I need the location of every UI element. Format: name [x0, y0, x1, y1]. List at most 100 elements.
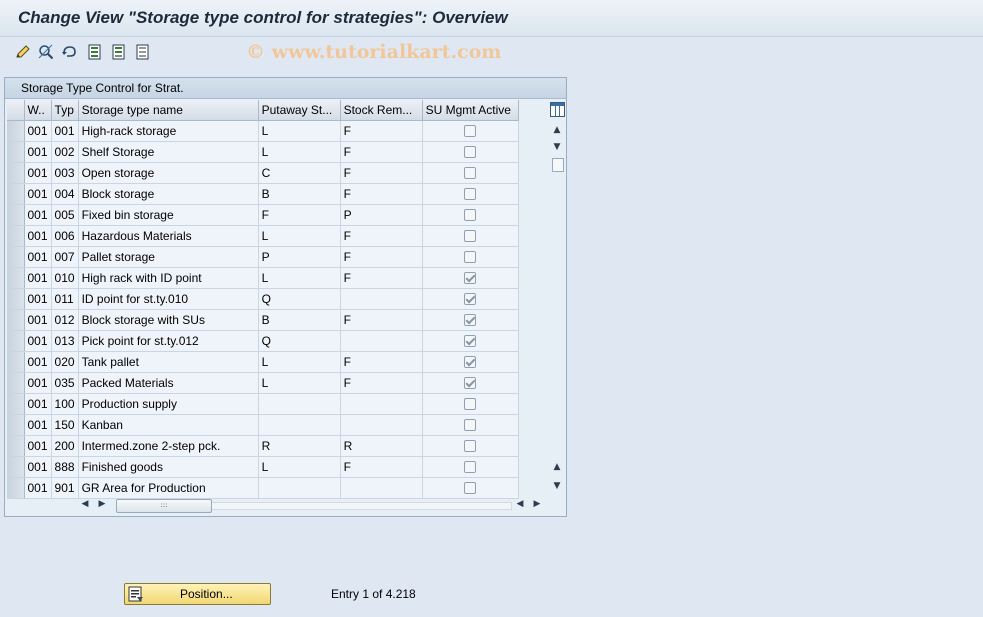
table-row[interactable]: 001 013 Pick point for st.ty.012 Q — [7, 330, 519, 352]
row-selector[interactable] — [7, 141, 25, 163]
scrollbar-thumb[interactable] — [552, 158, 564, 172]
cell-stock-removal-strategy[interactable] — [340, 477, 423, 499]
row-selector[interactable] — [7, 288, 25, 310]
table-row[interactable]: 001 200 Intermed.zone 2-step pck. R R — [7, 435, 519, 457]
su-mgmt-checkbox[interactable] — [464, 251, 477, 264]
cell-putaway-strategy[interactable] — [258, 477, 341, 499]
row-selector[interactable] — [7, 183, 25, 205]
su-mgmt-checkbox[interactable] — [464, 314, 477, 327]
row-selector[interactable] — [7, 477, 25, 499]
cell-stock-removal-strategy[interactable] — [340, 414, 423, 436]
cell-putaway-strategy[interactable]: L — [258, 456, 341, 478]
column-header-name[interactable]: Storage type name — [78, 100, 259, 121]
table-row[interactable]: 001 901 GR Area for Production — [7, 477, 519, 499]
cell-putaway-strategy[interactable]: L — [258, 225, 341, 247]
cell-stock-removal-strategy[interactable]: F — [340, 162, 423, 184]
horizontal-scrollbar[interactable]: ◀ ▶ ::: ◀ ▶ — [7, 498, 552, 514]
scroll-down-icon[interactable]: ▼ — [551, 142, 563, 152]
table-row[interactable]: 001 004 Block storage B F — [7, 183, 519, 205]
cell-putaway-strategy[interactable]: R — [258, 435, 341, 457]
column-header-warehouse[interactable]: W.. — [24, 100, 52, 121]
cell-putaway-strategy[interactable] — [258, 414, 341, 436]
cell-stock-removal-strategy[interactable]: F — [340, 372, 423, 394]
column-header-su-mgmt[interactable]: SU Mgmt Active — [422, 100, 519, 121]
cell-putaway-strategy[interactable]: L — [258, 372, 341, 394]
su-mgmt-checkbox[interactable] — [464, 335, 477, 348]
table-row[interactable]: 001 100 Production supply — [7, 393, 519, 415]
select-block-icon[interactable] — [110, 43, 128, 61]
cell-stock-removal-strategy[interactable]: F — [340, 309, 423, 331]
cell-putaway-strategy[interactable]: F — [258, 204, 341, 226]
row-selector[interactable] — [7, 246, 25, 268]
change-display-icon[interactable] — [14, 43, 32, 61]
cell-putaway-strategy[interactable]: P — [258, 246, 341, 268]
cell-stock-removal-strategy[interactable]: F — [340, 183, 423, 205]
cell-putaway-strategy[interactable]: L — [258, 267, 341, 289]
table-row[interactable]: 001 011 ID point for st.ty.010 Q — [7, 288, 519, 310]
vertical-scrollbar[interactable]: ▲ ▼ ▲ ▼ — [548, 100, 566, 496]
page-up-icon[interactable]: ▲ — [551, 462, 563, 472]
row-selector[interactable] — [7, 267, 25, 289]
scroll-right-icon[interactable]: ▶ — [96, 499, 108, 509]
cell-putaway-strategy[interactable]: B — [258, 309, 341, 331]
page-down-icon[interactable]: ▼ — [551, 481, 563, 491]
deselect-all-icon[interactable] — [134, 43, 152, 61]
cell-putaway-strategy[interactable]: L — [258, 351, 341, 373]
cell-putaway-strategy[interactable]: Q — [258, 330, 341, 352]
su-mgmt-checkbox[interactable] — [464, 209, 477, 222]
table-row[interactable]: 001 002 Shelf Storage L F — [7, 141, 519, 163]
su-mgmt-checkbox[interactable] — [464, 230, 477, 243]
table-row[interactable]: 001 001 High-rack storage L F — [7, 120, 519, 142]
table-row[interactable]: 001 035 Packed Materials L F — [7, 372, 519, 394]
cell-stock-removal-strategy[interactable] — [340, 288, 423, 310]
row-selector[interactable] — [7, 225, 25, 247]
cell-stock-removal-strategy[interactable]: F — [340, 246, 423, 268]
column-header-removal[interactable]: Stock Rem... — [340, 100, 423, 121]
undo-icon[interactable] — [60, 43, 78, 61]
row-selector[interactable] — [7, 435, 25, 457]
cell-stock-removal-strategy[interactable]: P — [340, 204, 423, 226]
cell-stock-removal-strategy[interactable] — [340, 393, 423, 415]
row-selector[interactable] — [7, 351, 25, 373]
row-selector[interactable] — [7, 120, 25, 142]
cell-putaway-strategy[interactable]: L — [258, 141, 341, 163]
cell-stock-removal-strategy[interactable]: F — [340, 120, 423, 142]
cell-putaway-strategy[interactable]: Q — [258, 288, 341, 310]
cell-stock-removal-strategy[interactable]: F — [340, 267, 423, 289]
cell-stock-removal-strategy[interactable]: F — [340, 456, 423, 478]
table-row[interactable]: 001 020 Tank pallet L F — [7, 351, 519, 373]
su-mgmt-checkbox[interactable] — [464, 125, 477, 138]
select-all-icon[interactable] — [86, 43, 104, 61]
table-row[interactable]: 001 007 Pallet storage P F — [7, 246, 519, 268]
find-icon[interactable] — [37, 43, 55, 61]
table-row[interactable]: 001 006 Hazardous Materials L F — [7, 225, 519, 247]
su-mgmt-checkbox[interactable] — [464, 293, 477, 306]
table-row[interactable]: 001 150 Kanban — [7, 414, 519, 436]
row-selector[interactable] — [7, 372, 25, 394]
scroll-left-end-icon[interactable]: ◀ — [514, 499, 526, 509]
row-selector[interactable] — [7, 162, 25, 184]
scroll-up-icon[interactable]: ▲ — [551, 125, 563, 135]
table-row[interactable]: 001 010 High rack with ID point L F — [7, 267, 519, 289]
su-mgmt-checkbox[interactable] — [464, 482, 477, 495]
su-mgmt-checkbox[interactable] — [464, 146, 477, 159]
cell-stock-removal-strategy[interactable]: F — [340, 351, 423, 373]
column-header-type[interactable]: Typ — [51, 100, 79, 121]
table-settings-icon[interactable] — [550, 102, 565, 117]
cell-putaway-strategy[interactable]: B — [258, 183, 341, 205]
su-mgmt-checkbox[interactable] — [464, 377, 477, 390]
row-selector[interactable] — [7, 414, 25, 436]
su-mgmt-checkbox[interactable] — [464, 167, 477, 180]
select-all-column-header[interactable] — [7, 100, 25, 121]
cell-putaway-strategy[interactable]: L — [258, 120, 341, 142]
column-header-putaway[interactable]: Putaway St... — [258, 100, 341, 121]
table-row[interactable]: 001 005 Fixed bin storage F P — [7, 204, 519, 226]
cell-putaway-strategy[interactable]: C — [258, 162, 341, 184]
row-selector[interactable] — [7, 456, 25, 478]
su-mgmt-checkbox[interactable] — [464, 272, 477, 285]
su-mgmt-checkbox[interactable] — [464, 419, 477, 432]
cell-stock-removal-strategy[interactable]: R — [340, 435, 423, 457]
table-row[interactable]: 001 003 Open storage C F — [7, 162, 519, 184]
horizontal-thumb[interactable]: ::: — [116, 499, 212, 513]
scroll-right-end-icon[interactable]: ▶ — [531, 499, 543, 509]
